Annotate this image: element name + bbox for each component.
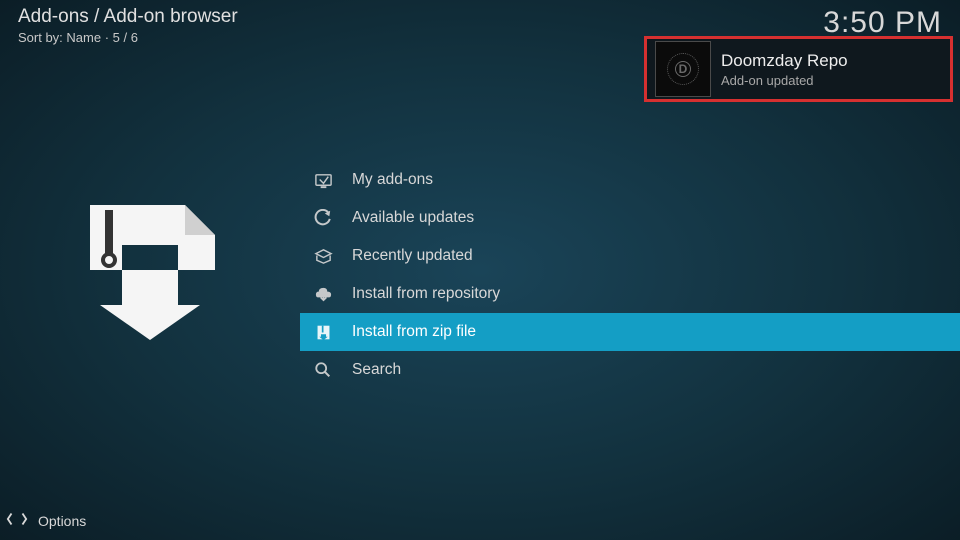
options-arrows-icon: [6, 511, 28, 530]
my-addons-icon: [312, 169, 334, 191]
zip-file-download-icon: [75, 200, 225, 340]
notification-subtitle: Add-on updated: [721, 73, 848, 88]
menu-item-search[interactable]: Search: [300, 351, 960, 389]
repo-icon: [312, 283, 334, 305]
notification-thumbnail: D: [655, 41, 711, 97]
notification-toast[interactable]: D Doomzday Repo Add-on updated: [644, 36, 953, 102]
menu-item-recently-updated[interactable]: Recently updated: [300, 237, 960, 275]
menu-item-label: My add-ons: [352, 171, 433, 189]
menu-item-label: Install from zip file: [352, 323, 476, 341]
updates-icon: [312, 207, 334, 229]
search-icon: [312, 359, 334, 381]
menu: My add-ons Available updates Recently up…: [300, 161, 960, 389]
menu-item-label: Available updates: [352, 209, 474, 227]
menu-item-label: Recently updated: [352, 247, 473, 265]
left-panel: [0, 0, 300, 540]
notification-title: Doomzday Repo: [721, 51, 848, 71]
menu-item-label: Search: [352, 361, 401, 379]
options-label: Options: [38, 513, 86, 529]
menu-item-available-updates[interactable]: Available updates: [300, 199, 960, 237]
menu-item-install-from-repository[interactable]: Install from repository: [300, 275, 960, 313]
zip-icon: [312, 321, 334, 343]
menu-item-label: Install from repository: [352, 285, 500, 303]
clock: 3:50 PM: [823, 6, 942, 40]
notification-text: Doomzday Repo Add-on updated: [721, 51, 848, 88]
menu-item-my-addons[interactable]: My add-ons: [300, 161, 960, 199]
menu-item-install-from-zip-file[interactable]: Install from zip file: [300, 313, 960, 351]
recent-icon: [312, 245, 334, 267]
footer-options[interactable]: Options: [6, 511, 86, 530]
